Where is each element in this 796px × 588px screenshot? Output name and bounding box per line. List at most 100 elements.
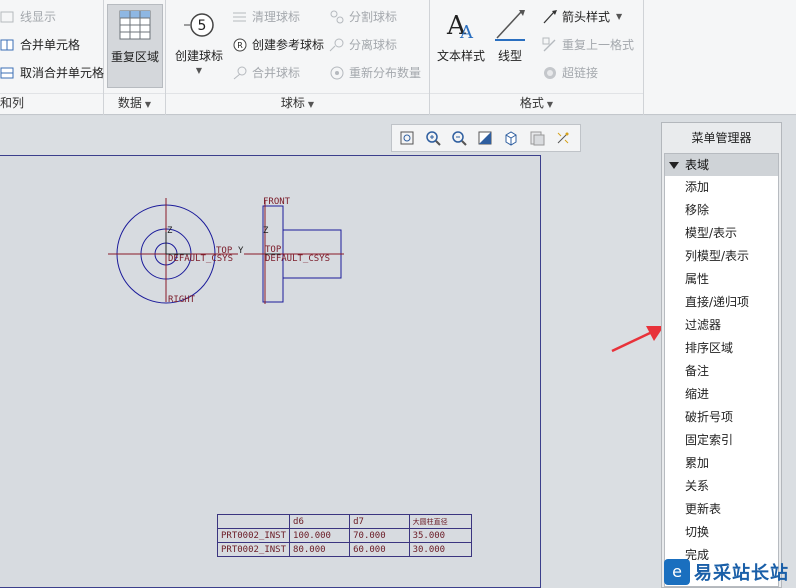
group-rows-columns: 线显示 合并单元格 取消合并单元格 和列 — [0, 0, 104, 115]
zoom-in-icon[interactable] — [422, 127, 444, 149]
create-ref-balloon-button[interactable]: R 创建参考球标 — [232, 34, 324, 56]
menu-item-attributes[interactable]: 属性 — [665, 268, 778, 291]
repaint-icon[interactable] — [474, 127, 496, 149]
menu-item-summation[interactable]: 累加 — [665, 452, 778, 475]
table-cell: 100.000 — [289, 528, 351, 543]
arrow-style-label: 箭头样式 — [562, 10, 611, 24]
detach-balloons-label: 分离球标 — [349, 38, 398, 52]
create-balloon-button[interactable]: 5 创建球标 ▼ — [170, 10, 228, 88]
hyperlink-label: 超链接 — [562, 66, 599, 80]
menu-item-sort-regions[interactable]: 排序区域 — [665, 337, 778, 360]
group-bar: 球标 ▼ — [166, 93, 429, 115]
svg-text:A: A — [459, 22, 474, 42]
redistribute-qty-button[interactable]: 重新分布数量 — [329, 62, 421, 84]
detach-balloons-icon — [329, 37, 345, 53]
table-row[interactable]: PRT0002_INST 100.000 70.000 35.000 — [216, 528, 473, 543]
unmerge-cells-icon — [0, 65, 16, 81]
menu-manager: 菜单管理器 表域 添加 移除 模型/表示 列模型/表示 属性 直接/递归项 过滤… — [661, 122, 782, 588]
menu-item-fix-index[interactable]: 固定索引 — [665, 429, 778, 452]
zoom-fit-icon[interactable] — [396, 127, 418, 149]
table-row[interactable]: PRT0002_INST 80.000 60.000 30.000 — [216, 542, 473, 557]
menu-section-table-region[interactable]: 表域 — [665, 154, 778, 176]
label-csys-right: DEFAULT_CSYS — [265, 254, 331, 264]
redistribute-qty-label: 重新分布数量 — [349, 66, 422, 80]
text-style-button[interactable]: A A 文本样式 — [434, 6, 488, 86]
repeat-region-button[interactable]: 重复区域 — [107, 4, 163, 88]
unmerge-cells-button[interactable]: 取消合并单元格 — [0, 62, 104, 84]
ref-balloon-icon: R — [232, 37, 248, 53]
group-bar: 数据 ▼ — [104, 93, 165, 115]
zoom-out-icon[interactable] — [448, 127, 470, 149]
group-label-rows[interactable]: 和列 — [0, 94, 103, 112]
menu-item-dash-item[interactable]: 破折号项 — [665, 406, 778, 429]
redistribute-qty-icon — [329, 65, 345, 81]
merge-cells-icon — [0, 37, 16, 53]
menu-item-comments[interactable]: 备注 — [665, 360, 778, 383]
table-cell: PRT0002_INST — [216, 542, 291, 557]
label-csys-left: DEFAULT_CSYS — [168, 254, 234, 264]
group-label-balloon[interactable]: 球标 ▼ — [166, 94, 429, 112]
menu-manager-title: 菜单管理器 — [691, 131, 752, 145]
line-style-label: 线型 — [497, 49, 522, 63]
table-cell: d6 — [289, 514, 351, 529]
sheet-setup-icon[interactable] — [526, 127, 548, 149]
table-cell: 60.000 — [349, 542, 410, 557]
merge-balloons-label: 合并球标 — [252, 66, 301, 80]
menu-item-filters[interactable]: 过滤器 — [665, 314, 778, 337]
group-balloon: 5 创建球标 ▼ 清理球标 R 创建参考球标 合并球标 分割球标 分离球标 重新… — [166, 0, 430, 115]
table-cell: 70.000 — [349, 528, 410, 543]
site-logo-icon: e — [664, 558, 690, 585]
table-cell: 30.000 — [408, 542, 473, 557]
text-style-icon: A A — [446, 11, 474, 43]
hyperlink-button[interactable]: 超链接 — [542, 62, 598, 84]
line-display-button[interactable]: 线显示 — [0, 6, 56, 28]
menu-item-switch[interactable]: 切换 — [665, 521, 778, 544]
group-label-data-text: 数据 — [117, 96, 142, 110]
menu-item-direct-recursive[interactable]: 直接/递归项 — [665, 291, 778, 314]
arrow-style-icon — [542, 9, 558, 25]
ribbon: 线显示 合并单元格 取消合并单元格 和列 重复区域 数据 ▼ 5 创建球标 ▼ … — [0, 0, 796, 115]
menu-section-label: 表域 — [685, 158, 710, 172]
clean-balloons-button[interactable]: 清理球标 — [232, 6, 300, 28]
table-row[interactable]: d6 d7 大圆柱直径 — [216, 514, 473, 529]
merge-balloons-button[interactable]: 合并球标 — [232, 62, 300, 84]
group-label-format[interactable]: 格式 ▼ — [430, 94, 643, 112]
line-style-button[interactable]: 线型 — [490, 6, 530, 86]
group-label-data[interactable]: 数据 ▼ — [104, 94, 165, 112]
menu-item-col-model-rep[interactable]: 列模型/表示 — [665, 245, 778, 268]
group-bar: 格式 ▼ — [430, 93, 643, 115]
chevron-down-icon: ▼ — [144, 100, 152, 109]
create-balloon-label: 创建球标 — [174, 49, 223, 63]
label-top-right: TOP — [265, 245, 282, 255]
annotation-display-icon[interactable] — [552, 127, 574, 149]
merge-cells-button[interactable]: 合并单元格 — [0, 34, 80, 56]
menu-item-remove[interactable]: 移除 — [665, 199, 778, 222]
group-label-rows-text: 和列 — [0, 96, 25, 110]
chevron-down-icon: ▼ — [195, 66, 203, 75]
menu-manager-list: 表域 添加 移除 模型/表示 列模型/表示 属性 直接/递归项 过滤器 排序区域… — [664, 153, 779, 587]
label-y-left: Y — [238, 246, 244, 256]
menu-item-model-rep[interactable]: 模型/表示 — [665, 222, 778, 245]
repeat-region-table[interactable]: d6 d7 大圆柱直径 PRT0002_INST 100.000 70.000 … — [216, 514, 473, 557]
menu-item-relations[interactable]: 关系 — [665, 475, 778, 498]
merge-balloons-icon — [232, 65, 248, 81]
menu-item-indent[interactable]: 缩进 — [665, 383, 778, 406]
split-balloons-button[interactable]: 分割球标 — [329, 6, 397, 28]
detach-balloons-button[interactable]: 分离球标 — [329, 34, 397, 56]
watermark: e 易采站长站 — [664, 555, 796, 588]
split-balloons-label: 分割球标 — [349, 10, 398, 24]
label-z-right: Z — [263, 226, 269, 236]
arrow-style-button[interactable]: 箭头样式 ▼ — [542, 6, 622, 28]
label-z-left: Z — [167, 226, 173, 236]
hyperlink-icon — [542, 65, 558, 81]
repeat-last-format-button[interactable]: 重复上一格式 — [542, 34, 634, 56]
group-format: A A 文本样式 线型 箭头样式 ▼ 重复上一格式 超链接 格式 ▼ — [430, 0, 644, 115]
line-display-icon — [0, 9, 16, 25]
clean-balloons-label: 清理球标 — [252, 10, 301, 24]
unmerge-cells-label: 取消合并单元格 — [20, 66, 105, 80]
line-style-icon — [495, 10, 525, 41]
menu-item-update-tables[interactable]: 更新表 — [665, 498, 778, 521]
menu-item-add[interactable]: 添加 — [665, 176, 778, 199]
table-cell: 35.000 — [408, 528, 473, 543]
display-style-icon[interactable] — [500, 127, 522, 149]
